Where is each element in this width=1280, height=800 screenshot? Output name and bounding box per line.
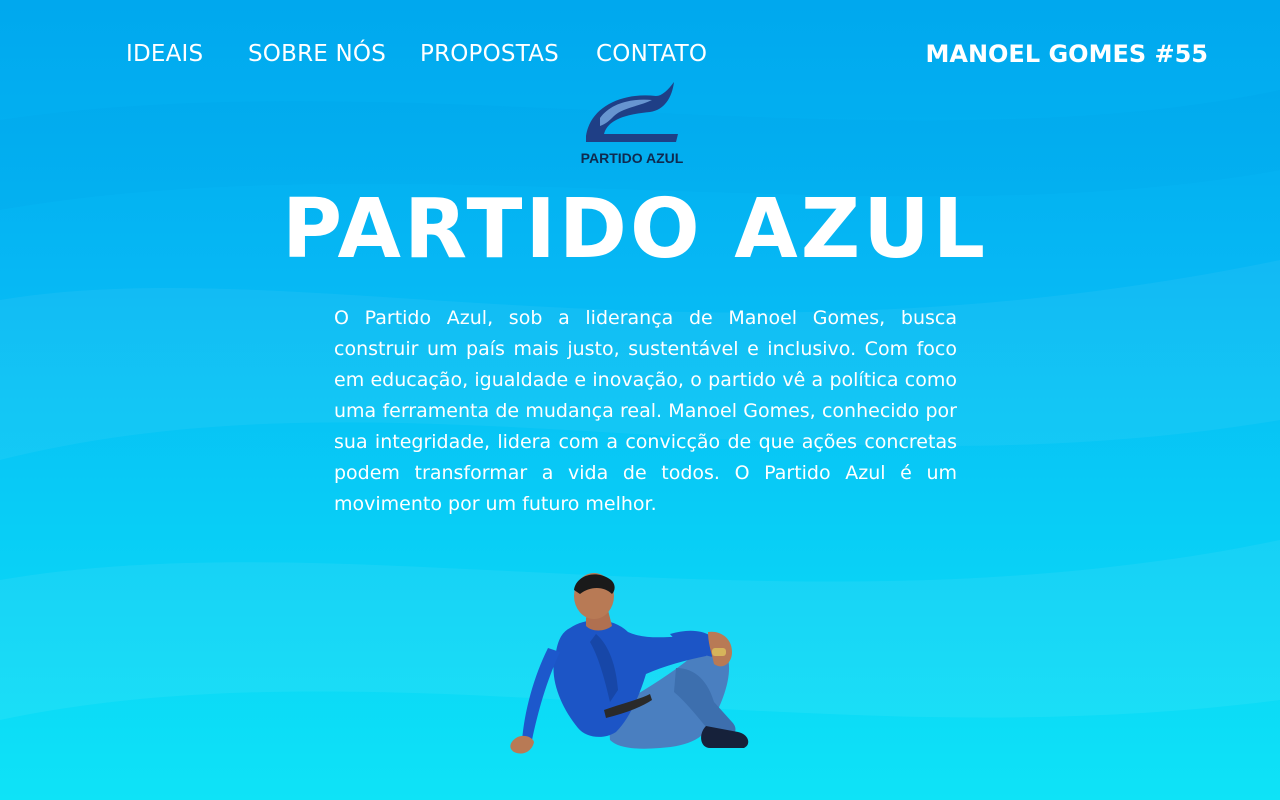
party-logo[interactable]: PARTIDO AZUL <box>570 78 694 170</box>
candidate-photo <box>500 572 760 768</box>
top-navigation: IDEAIS SOBRE NÓS PROPOSTAS CONTATO MANOE… <box>0 38 1280 70</box>
nav-link-contato[interactable]: CONTATO <box>596 38 707 70</box>
wave-logo-icon <box>586 82 678 142</box>
logo-text: PARTIDO AZUL <box>580 150 684 166</box>
nav-link-sobre-nos[interactable]: SOBRE NÓS <box>248 38 386 70</box>
intro-paragraph: O Partido Azul, sob a liderança de Manoe… <box>334 307 957 515</box>
brand-manoel-gomes[interactable]: MANOEL GOMES #55 <box>925 38 1208 70</box>
nav-link-propostas[interactable]: PROPOSTAS <box>420 38 559 70</box>
nav-link-ideais[interactable]: IDEAIS <box>126 38 203 70</box>
page-title: PARTIDO AZUL <box>281 182 988 277</box>
